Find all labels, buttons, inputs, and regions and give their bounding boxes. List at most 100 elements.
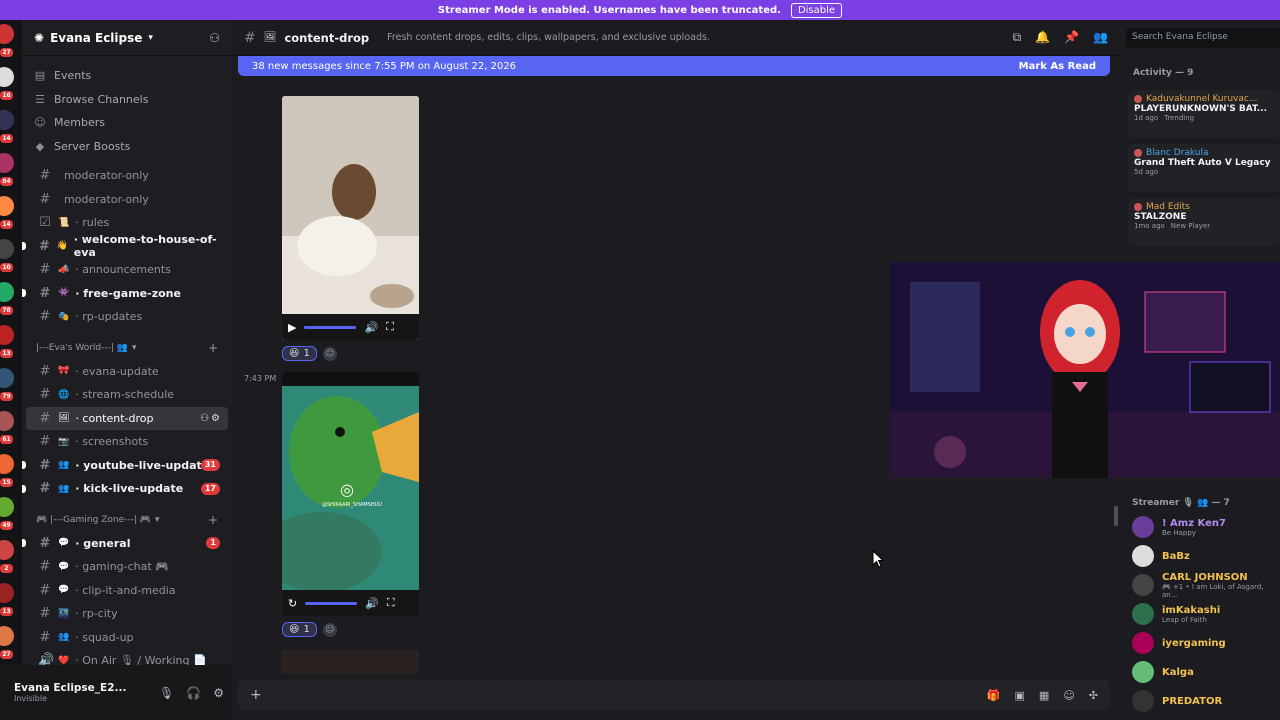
video-attachment[interactable] — [282, 650, 419, 674]
headphones-icon[interactable]: 🎧 — [186, 686, 201, 700]
server-rail: 271614841410781379611549213279 — [0, 20, 22, 720]
channel-item[interactable]: # 🌐 · stream-schedule — [26, 383, 228, 407]
fullscreen-icon[interactable]: ⛶ — [387, 596, 395, 610]
apps-icon[interactable]: ✣ — [1089, 689, 1098, 702]
invite-icon[interactable]: ⚇ — [209, 31, 220, 45]
server-icon[interactable] — [0, 67, 14, 87]
channel-item[interactable]: # 👾 · free-game-zone — [22, 282, 228, 306]
channel-name: · announcements — [75, 263, 171, 277]
streamer-mode-text: Streamer Mode is enabled. Usernames have… — [437, 4, 781, 16]
channel-item[interactable]: # 🖼 · content-drop ⚇⚙ — [26, 406, 228, 430]
activity-time: 1mo ago — [1134, 222, 1165, 230]
video-attachment[interactable]: ▶ 🔊 ⛶ — [282, 96, 419, 340]
replay-icon[interactable]: ↻ — [288, 597, 297, 610]
bell-icon[interactable]: 🔔 — [1035, 30, 1050, 45]
members-icon[interactable]: 👥 — [1093, 30, 1108, 45]
mark-as-read-button[interactable]: Mark As Read — [1019, 61, 1096, 72]
channel-item[interactable]: # 💬 · clip-it-and-media — [26, 579, 228, 603]
nav-item-members[interactable]: ☺ Members — [22, 111, 232, 135]
member-item[interactable]: iyergaming — [1132, 630, 1280, 656]
server-icon[interactable] — [0, 196, 14, 216]
server-icon[interactable] — [0, 583, 14, 603]
add-channel-icon[interactable]: + — [208, 341, 218, 355]
channel-item[interactable]: # 📣 · announcements — [26, 258, 228, 282]
activity-game: STALZONE — [1134, 212, 1187, 222]
video-attachment[interactable]: ◎ @SHIKAARI_SHAMSHUU ↻ 🔊 ⛶ — [282, 372, 419, 616]
channel-item[interactable]: # 👥 · kick-live-update 17 — [22, 477, 228, 501]
activity-card[interactable]: Blanc Drakula Grand Theft Auto V Legacy 5d… — [1128, 144, 1280, 192]
gif-icon[interactable]: ▣ — [1015, 689, 1025, 702]
message-composer[interactable]: + 🎁 ▣ ▦ ☺ ✣ — [238, 680, 1110, 710]
scrollbar-thumb[interactable] — [1114, 506, 1118, 526]
member-item[interactable]: imKakashi Leap of Faith — [1132, 601, 1280, 627]
server-icon[interactable] — [0, 454, 14, 474]
channel-settings-icons[interactable]: ⚇⚙ — [200, 413, 222, 424]
channel-item[interactable]: # 👥 · squad-up — [26, 626, 228, 650]
reaction-pill[interactable]: 😆 1 — [282, 622, 317, 637]
channel-name: · rp-city — [75, 607, 118, 621]
nav-item-events[interactable]: ▤ Events — [22, 64, 232, 88]
sticker-icon[interactable]: ▦ — [1039, 689, 1049, 702]
channel-item[interactable]: ☑ 📜 · rules — [26, 211, 228, 235]
server-icon[interactable] — [0, 24, 14, 44]
server-icon[interactable] — [0, 540, 14, 560]
channel-item[interactable]: # 🎀 · evana-update — [26, 360, 228, 384]
member-item[interactable]: PREDATOR — [1132, 688, 1280, 714]
add-attachment-icon[interactable]: + — [250, 687, 262, 703]
server-badge: 2 — [0, 564, 13, 573]
channel-item[interactable]: # moderator-only — [26, 164, 228, 188]
new-messages-bar[interactable]: 38 new messages since 7:55 PM on August … — [238, 56, 1110, 76]
member-item[interactable]: BaBz — [1132, 543, 1280, 569]
add-channel-icon[interactable]: + — [208, 513, 218, 527]
pin-icon[interactable]: 📌 — [1064, 30, 1079, 45]
channel-item[interactable]: # 👥 · youtube-live-update 31 — [22, 454, 228, 478]
user-info[interactable]: Evana Eclipse_E2... Invisible — [14, 682, 127, 703]
channel-name: · welcome-to-house-of-eva — [73, 233, 217, 260]
server-icon[interactable] — [0, 325, 14, 345]
video-progress[interactable] — [305, 601, 358, 605]
threads-icon[interactable]: ⧉ — [1013, 30, 1022, 45]
server-icon[interactable] — [0, 411, 14, 431]
server-icon[interactable] — [0, 153, 14, 173]
member-item[interactable]: Kalga — [1132, 659, 1280, 685]
channel-item[interactable]: # 🎭 · rp-updates — [26, 305, 228, 329]
search-input[interactable]: Search Evana Eclipse — [1126, 28, 1280, 48]
volume-icon[interactable]: 🔊 — [365, 597, 379, 610]
gift-icon[interactable]: 🎁 — [987, 689, 1001, 702]
server-icon[interactable] — [0, 626, 14, 646]
channel-item[interactable]: # 📷 · screenshots — [26, 430, 228, 454]
channel-type-icon: # — [39, 309, 51, 325]
video-progress[interactable] — [304, 325, 357, 329]
disable-streamer-mode-button[interactable]: Disable — [790, 2, 843, 18]
channel-item[interactable]: # moderator-only — [26, 188, 228, 212]
microphone-icon[interactable]: 🎙 — [159, 686, 174, 700]
activity-card[interactable]: Mad Edits STALZONE 1mo ago New Player — [1128, 198, 1280, 246]
channel-item[interactable]: # 💬 · general 1 — [22, 532, 228, 556]
server-icon[interactable] — [0, 497, 14, 517]
reaction-pill[interactable]: 😆 1 — [282, 346, 317, 361]
server-icon[interactable] — [0, 110, 14, 130]
channel-item[interactable]: # 💬 · gaming-chat 🎮 — [26, 555, 228, 579]
guild-header[interactable]: ✺ Evana Eclipse ▾ ⚇ — [22, 20, 232, 56]
gear-icon[interactable]: ⚙ — [213, 686, 224, 700]
add-reaction-icon[interactable]: ☺ — [322, 346, 337, 361]
activity-card[interactable]: Kaduvakunnel Kuruvac... PLAYERUNKNOWN'S B… — [1128, 90, 1280, 138]
add-reaction-icon[interactable]: ☺ — [322, 622, 337, 637]
category-gaming-zone[interactable]: 🎮 |---Gaming Zone---| 🎮 ▾ + — [22, 509, 232, 532]
nav-item-server-boosts[interactable]: ◆ Server Boosts — [22, 135, 232, 159]
fullscreen-icon[interactable]: ⛶ — [386, 320, 394, 334]
play-icon[interactable]: ▶ — [288, 321, 296, 334]
member-item[interactable]: CARL JOHNSON 🎮 +1 • I am Loki, of Asgard,… — [1132, 572, 1280, 599]
server-icon[interactable] — [0, 282, 14, 302]
channel-type-icon: # — [39, 363, 51, 379]
nav-item-browse-channels[interactable]: ☰ Browse Channels — [22, 88, 232, 112]
server-icon[interactable] — [0, 239, 14, 259]
volume-icon[interactable]: 🔊 — [364, 321, 378, 334]
channel-topic[interactable]: Fresh content drops, edits, clips, wallp… — [387, 32, 710, 43]
server-icon[interactable] — [0, 368, 14, 388]
category-evas-world[interactable]: |---Eva's World---| 👥 ▾ + — [22, 337, 232, 360]
emoji-picker-icon[interactable]: ☺ — [1063, 689, 1074, 702]
channel-item[interactable]: # 👋 · welcome-to-house-of-eva — [22, 233, 228, 260]
member-item[interactable]: ! Amz Ken7 Be Happy — [1132, 514, 1280, 540]
channel-item[interactable]: # 🌃 · rp-city — [26, 602, 228, 626]
